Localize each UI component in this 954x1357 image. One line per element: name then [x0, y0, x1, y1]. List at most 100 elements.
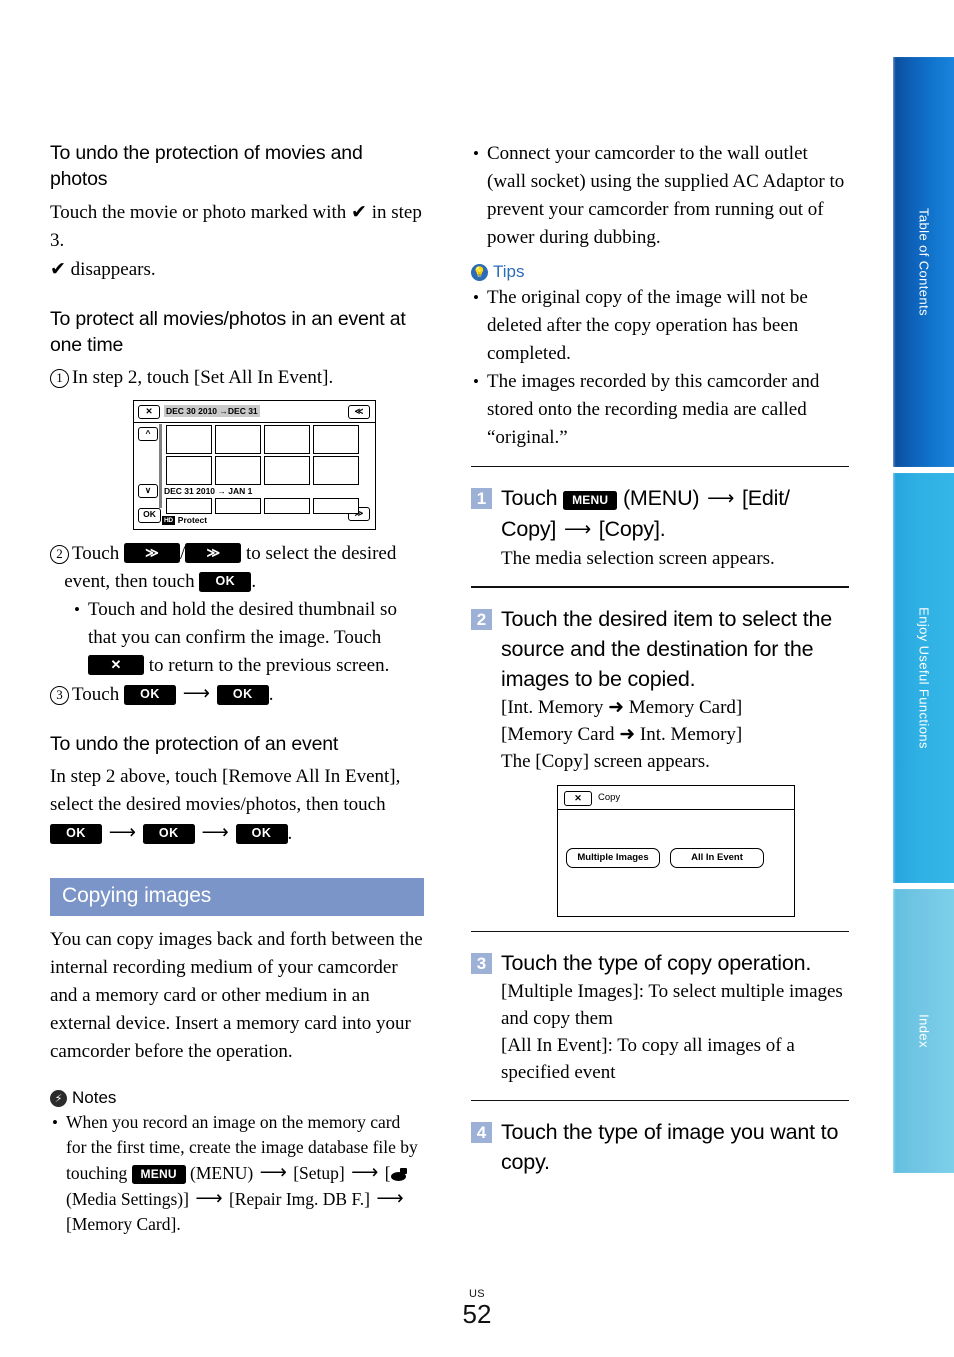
note-1-text-f: [Repair Img. DB F.] — [228, 1189, 370, 1209]
step-3-body-line2: [All In Event]: To copy all images of a … — [501, 1034, 795, 1083]
ok-key-icon[interactable]: OK — [235, 824, 288, 844]
substep-2-number: 2 — [50, 545, 69, 564]
arrow-right-icon: ⟶ — [195, 1188, 223, 1209]
scroll-up-key-icon[interactable]: ≫ — [123, 543, 180, 563]
thumbnail[interactable] — [313, 456, 359, 485]
figure-copy-screen: ✕ Copy Multiple Images All In Event — [557, 784, 795, 917]
note-1-text-g: [Memory Card]. — [66, 1214, 181, 1234]
step-1-body: The media selection screen appears. — [501, 548, 775, 570]
ok-key-icon[interactable]: OK — [216, 685, 269, 705]
scroll-up-icon[interactable]: ^ — [138, 427, 158, 441]
step-2-body: [Int. Memory ➜ Memory Card] [Memory Card… — [501, 694, 849, 775]
notes-label: Notes — [72, 1088, 117, 1107]
side-tab-strip: Table of Contents Enjoy Useful Functions… — [893, 57, 954, 1173]
bullet-ac-adaptor: Connect your camcorder to the wall outle… — [471, 140, 849, 252]
substep-2-text-a: Touch — [72, 543, 120, 564]
step-3-body: [Multiple Images]: To select multiple im… — [501, 978, 849, 1086]
tip-item-1: The original copy of the image will not … — [471, 284, 849, 368]
arrow-right-icon: ⟶ — [351, 1162, 379, 1183]
figure1-footer-label: Protect — [177, 515, 208, 525]
tip-item-2: The images recorded by this camcorder an… — [471, 368, 849, 452]
undo-event-text: In step 2 above, touch [Remove All In Ev… — [50, 766, 401, 815]
step-2-body-line2: [Memory Card ➜ Int. Memory] — [501, 723, 743, 745]
note-1-text-b: (MENU) — [190, 1163, 254, 1183]
thumbnail[interactable] — [215, 498, 261, 514]
sidebar-tab-label: Table of Contents — [916, 208, 931, 316]
all-in-event-button[interactable]: All In Event — [670, 847, 764, 868]
sidebar-tab-index[interactable]: Index — [893, 889, 954, 1173]
thumbnail-row — [166, 498, 359, 514]
scroll-down-key-icon[interactable]: ≫ — [185, 543, 242, 563]
right-column: Connect your camcorder to the wall outle… — [471, 140, 849, 1177]
thumbnail[interactable] — [264, 456, 310, 485]
step-3-title: Touch the type of copy operation. — [501, 950, 812, 975]
substep-1: 1 In step 2, touch [Set All In Event]. — [50, 364, 424, 392]
heading-protect-all-in-event: To protect all movies/photos in an event… — [50, 308, 406, 356]
sidebar-tab-label: Enjoy Useful Functions — [916, 607, 931, 749]
scroll-down-icon[interactable]: ∨ — [138, 484, 158, 498]
menu-key-icon[interactable]: MENU — [563, 491, 618, 511]
ok-key-icon[interactable]: OK — [123, 685, 176, 705]
step-1: 1 Touch MENU (MENU) ⟶ [Edit/ Copy] ⟶ [Co… — [471, 483, 849, 545]
close-icon[interactable]: ✕ — [564, 790, 592, 806]
tips-lightbulb-icon: 💡 — [471, 263, 488, 281]
figure-protect-event-screen: ✕ ≪ ^ ∨ OK ≫ DEC 30 2010 →DEC 31 DEC 31 … — [133, 400, 376, 530]
substep-3-number: 3 — [50, 686, 69, 705]
figure1-footer: HD Protect — [162, 514, 207, 526]
step-4-title: Touch the type of image you want to copy… — [501, 1120, 839, 1175]
figure2-title: Copy — [598, 791, 621, 803]
sidebar-tab-table-of-contents[interactable]: Table of Contents — [893, 57, 954, 467]
divider — [471, 1099, 849, 1102]
note-1-text-c: [Setup] — [293, 1163, 345, 1183]
scroll-up-fast-icon[interactable]: ≪ — [348, 405, 370, 419]
divider — [471, 930, 849, 932]
step-2-number: 2 — [471, 608, 492, 630]
notes-lightning-icon: ⚡ — [50, 1089, 67, 1107]
multiple-images-button[interactable]: Multiple Images — [566, 847, 660, 868]
thumbnail[interactable] — [313, 425, 359, 454]
thumbnail[interactable] — [215, 456, 261, 485]
thumbnail[interactable] — [166, 456, 212, 485]
close-icon[interactable]: ✕ — [138, 405, 160, 419]
section-header-copying-images: Copying images — [50, 878, 424, 916]
ok-key-icon[interactable]: OK — [50, 824, 102, 844]
heading-undo-protection-event: To undo the protection of an event — [50, 733, 339, 755]
figure1-scrollbar[interactable] — [159, 424, 162, 508]
thumbnail[interactable] — [264, 498, 310, 514]
arrow-right-icon: ⟶ — [108, 822, 136, 843]
hd-badge-icon: HD — [162, 515, 175, 525]
step-1-title-a: Touch — [501, 486, 558, 511]
ok-key-icon[interactable]: OK — [199, 572, 252, 592]
thumbnail[interactable] — [313, 498, 359, 514]
step-2-title: Touch the desired item to select the sou… — [501, 606, 833, 691]
ok-key-icon[interactable]: OK — [142, 824, 195, 844]
check-mark-icon-2: ✔ — [50, 258, 66, 280]
step-3-body-line1: [Multiple Images]: To select multiple im… — [501, 980, 843, 1029]
arrow-right-icon: ⟶ — [182, 683, 210, 704]
substep-2-note-a: Touch and hold the desired thumbnail so … — [88, 599, 397, 648]
step-1-number: 1 — [471, 488, 492, 510]
arrow-right-icon: ⟶ — [563, 519, 591, 541]
substep-3-text: Touch — [72, 684, 120, 705]
thumbnail[interactable] — [166, 425, 212, 454]
close-key-icon[interactable]: ✕ — [88, 655, 144, 675]
substep-1-text: In step 2, touch [Set All In Event]. — [72, 367, 334, 388]
thumbnail[interactable] — [166, 498, 212, 514]
tips-heading: 💡 Tips — [471, 262, 849, 282]
page-footer: US 52 — [0, 1288, 954, 1328]
step-2-body-line3: The [Copy] screen appears. — [501, 750, 710, 772]
substep-2-note-b: to return to the previous screen. — [148, 655, 390, 676]
thumbnail-row — [166, 425, 359, 454]
page-number: 52 — [462, 1299, 492, 1329]
thumbnail[interactable] — [215, 425, 261, 454]
thumbnail[interactable] — [264, 425, 310, 454]
note-item-1: When you record an image on the memory c… — [50, 1110, 424, 1237]
step-4-number: 4 — [471, 1122, 492, 1144]
arrow-right-icon: ⟶ — [201, 822, 229, 843]
sidebar-tab-enjoy-useful-functions[interactable]: Enjoy Useful Functions — [893, 473, 954, 883]
media-settings-icon — [390, 1168, 408, 1181]
figure1-date-range-bottom: DEC 31 2010 → JAN 1 — [164, 486, 253, 496]
substep-2-note: Touch and hold the desired thumbnail so … — [72, 596, 424, 680]
menu-key-icon[interactable]: MENU — [131, 1165, 186, 1184]
ok-button[interactable]: OK — [138, 508, 161, 523]
